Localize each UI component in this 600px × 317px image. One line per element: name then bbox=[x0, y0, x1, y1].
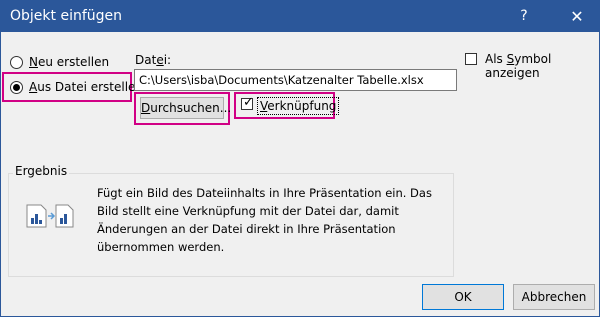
file-label: Datei: bbox=[135, 53, 172, 67]
title-bar: Objekt einfügen ? ✕ bbox=[1, 1, 599, 32]
cancel-button[interactable]: Abbrechen bbox=[513, 284, 595, 310]
show-as-icon-label[interactable]: Als Symbol anzeigen bbox=[485, 52, 599, 80]
radio-from-file-label: Aus Datei erstellen bbox=[29, 80, 144, 94]
help-button[interactable]: ? bbox=[506, 1, 542, 32]
arrow-icon bbox=[48, 212, 56, 220]
result-icon bbox=[26, 204, 74, 228]
link-checkbox-label[interactable]: Verknüpfung bbox=[257, 97, 340, 115]
radio-from-file-circle[interactable] bbox=[10, 80, 23, 94]
radio-new-circle[interactable] bbox=[10, 55, 23, 69]
dialog-title: Objekt einfügen bbox=[10, 8, 123, 24]
checkmark-icon: ✓ bbox=[243, 95, 254, 110]
result-title: Ergebnis bbox=[13, 164, 70, 178]
show-as-icon-checkbox[interactable] bbox=[465, 53, 477, 65]
linked-file-icon bbox=[55, 204, 74, 228]
linked-chart-icon bbox=[26, 204, 74, 228]
radio-from-file[interactable]: Aus Datei erstellen bbox=[10, 78, 143, 96]
result-description: Fügt ein Bild des Dateiinhalts in Ihre P… bbox=[97, 186, 432, 254]
ok-button[interactable]: OK bbox=[422, 284, 504, 310]
close-button[interactable]: ✕ bbox=[559, 1, 595, 32]
file-path-input[interactable]: C:\Users\isba\Documents\Katzenalter Tabe… bbox=[134, 69, 457, 91]
radio-new-label: Neu erstellen bbox=[29, 55, 110, 69]
browse-button[interactable]: Durchsuchen... bbox=[140, 97, 231, 119]
link-checkbox[interactable]: ✓ bbox=[241, 95, 254, 110]
chart-file-icon bbox=[26, 204, 47, 228]
insert-object-dialog: Objekt einfügen ? ✕ Neu erstellen Aus Da… bbox=[0, 0, 600, 317]
radio-new[interactable]: Neu erstellen bbox=[10, 53, 109, 71]
